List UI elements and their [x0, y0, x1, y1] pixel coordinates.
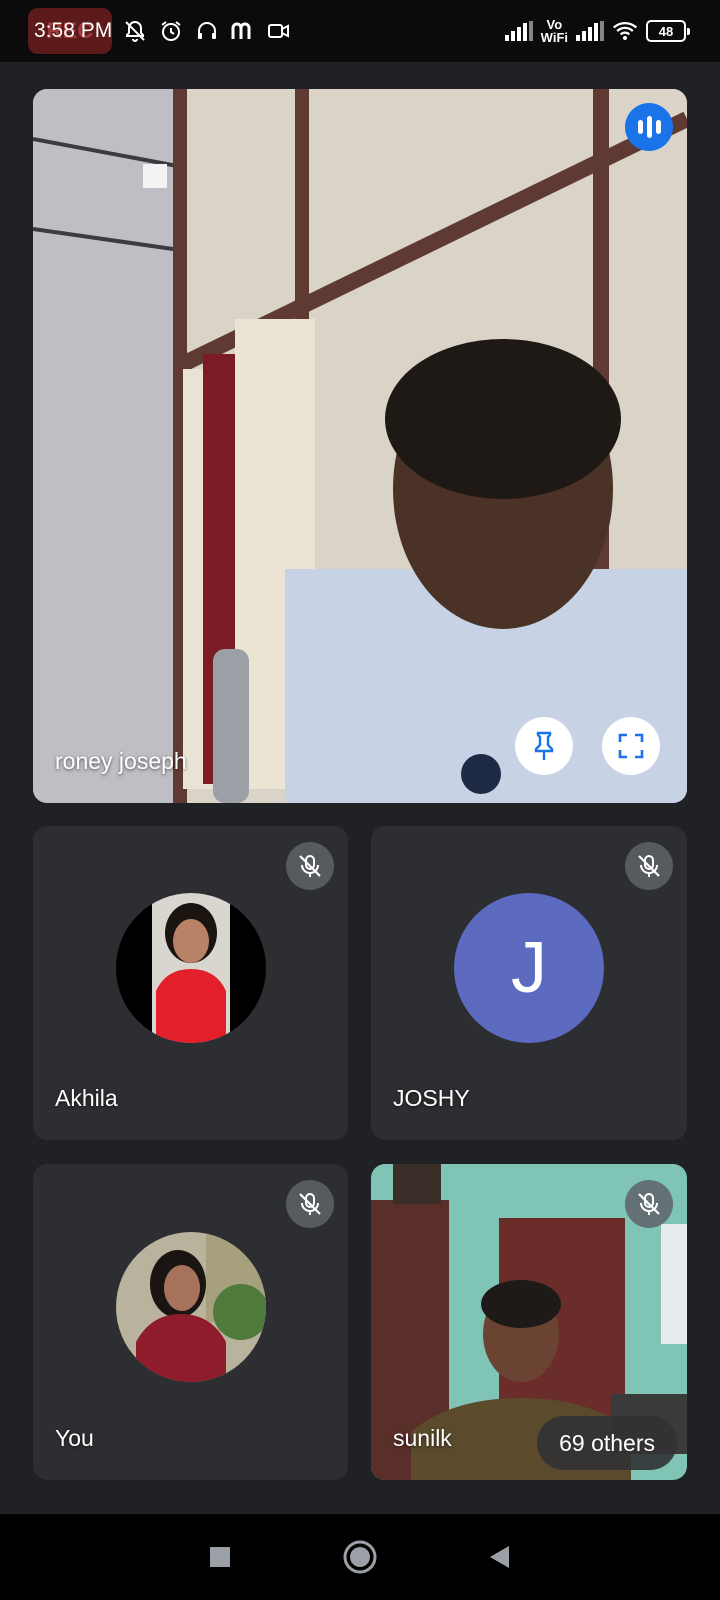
triangle-back-icon — [490, 1546, 509, 1568]
others-count-button[interactable]: 69 others — [537, 1416, 677, 1470]
clock: 3:58 PM — [34, 19, 113, 42]
square-icon — [210, 1547, 230, 1567]
signal-strength-2-icon — [576, 21, 604, 41]
pin-icon — [534, 731, 554, 760]
system-nav-bar — [0, 1514, 720, 1600]
muted-mic-icon — [286, 842, 334, 890]
participant-tile-joshy[interactable]: J JOSHY — [371, 826, 687, 1140]
fullscreen-icon — [618, 733, 644, 759]
participant-tile-sunilk[interactable]: sunilk 69 others — [371, 1164, 687, 1480]
recents-button[interactable] — [198, 1535, 242, 1579]
participant-name: JOSHY — [393, 1085, 470, 1111]
back-button[interactable] — [478, 1535, 522, 1579]
muted-mic-icon — [625, 1180, 673, 1228]
fullscreen-button[interactable] — [602, 717, 660, 775]
letter-avatar: J — [454, 893, 604, 1043]
speaking-indicator-icon — [625, 103, 673, 151]
status-bar: REC 3:58 PM Vo WiFi 48 — [0, 0, 720, 62]
battery-indicator: 48 — [646, 20, 690, 42]
avatar — [115, 893, 266, 1043]
signal-strength-1-icon — [504, 21, 533, 41]
bell-off-icon — [122, 18, 148, 44]
main-speaker-tile[interactable]: roney joseph — [33, 89, 687, 803]
meet-screen: REC 3:58 PM Vo WiFi 48 roney joseph Akhi… — [0, 0, 720, 1600]
muted-mic-icon — [286, 1180, 334, 1228]
participant-name: sunilk — [393, 1425, 452, 1451]
home-button[interactable] — [338, 1535, 382, 1579]
main-speaker-name: roney joseph — [55, 748, 187, 774]
vowifi-indicator: Vo WiFi — [540, 17, 568, 45]
participant-tile-you[interactable]: You — [33, 1164, 348, 1480]
main-speaker-video — [33, 89, 687, 803]
participant-tile-akhila[interactable]: Akhila — [33, 826, 348, 1140]
alarm-icon — [158, 18, 184, 44]
participant-name: You — [55, 1425, 94, 1451]
circle-icon — [343, 1540, 377, 1574]
headset-icon — [194, 18, 220, 44]
video-record-icon — [266, 18, 292, 44]
wifi-icon — [612, 18, 638, 44]
pin-button[interactable] — [515, 717, 573, 775]
muted-mic-icon — [625, 842, 673, 890]
avatar — [115, 1232, 266, 1382]
app-m-icon — [230, 18, 256, 44]
participant-name: Akhila — [55, 1085, 118, 1111]
